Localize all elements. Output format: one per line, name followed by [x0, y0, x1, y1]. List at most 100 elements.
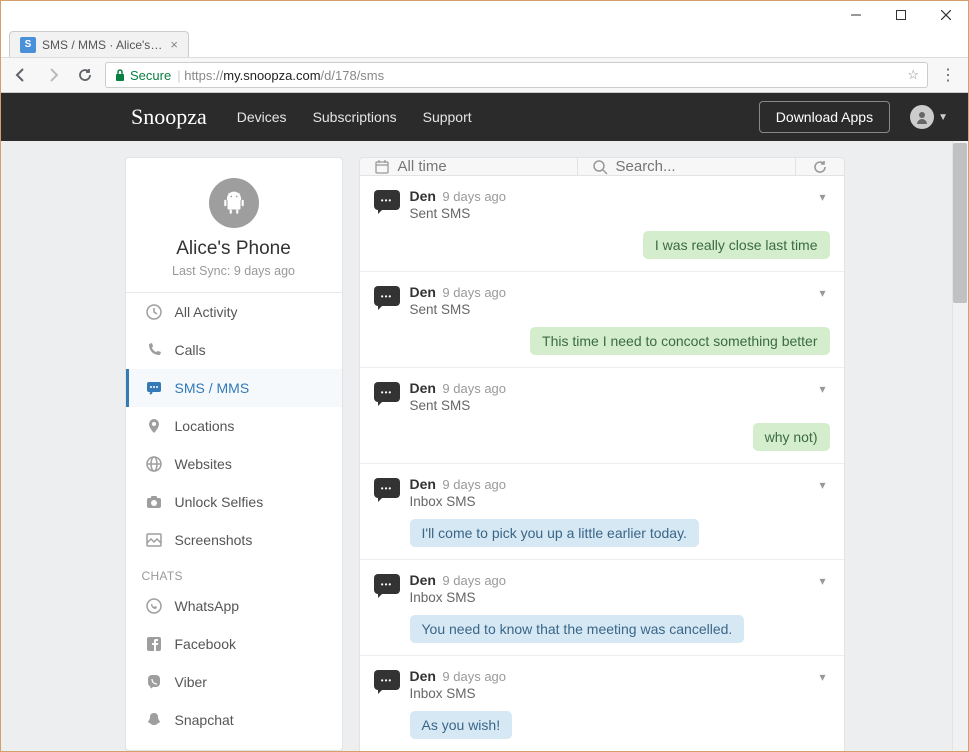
url-path: /d/178/sms: [321, 68, 385, 83]
tab-close-icon[interactable]: ×: [170, 37, 178, 52]
message-bubble-icon: •••: [374, 478, 400, 498]
android-icon: [209, 178, 259, 228]
sidebar-item-locations[interactable]: Locations: [126, 407, 342, 445]
message-bubble-icon: •••: [374, 286, 400, 306]
message-bubble-icon: •••: [374, 190, 400, 210]
address-bar[interactable]: Secure | https://my.snoopza.com/d/178/sm…: [105, 62, 928, 88]
sidebar-item-label: All Activity: [175, 304, 238, 320]
sidebar-item-facebook[interactable]: Facebook: [126, 625, 342, 663]
message-contact: Den: [410, 380, 436, 396]
message-type: Inbox SMS: [410, 494, 806, 509]
message-item: •••Den 9 days agoInbox SMS▾I'll come to …: [360, 463, 844, 559]
browser-tabbar: S SMS / MMS · Alice's Pho ×: [1, 29, 968, 57]
message-menu-caret[interactable]: ▾: [815, 668, 829, 686]
message-bubble-icon: •••: [374, 574, 400, 594]
image-icon: [145, 531, 163, 549]
message-type: Sent SMS: [410, 302, 806, 317]
browser-menu-icon[interactable]: ⋮: [936, 65, 960, 85]
browser-tab[interactable]: S SMS / MMS · Alice's Pho ×: [9, 31, 189, 57]
time-filter-label: All time: [398, 158, 447, 175]
message-item: •••Den 9 days agoInbox SMS▾You need to k…: [360, 559, 844, 655]
user-avatar-icon: [910, 105, 934, 129]
message-menu-caret[interactable]: ▾: [815, 188, 829, 206]
nav-subscriptions[interactable]: Subscriptions: [313, 109, 397, 125]
nav-devices[interactable]: Devices: [237, 109, 287, 125]
message-list: ••• Den 9 days ago Sent SMS ▾ I was really c…: [359, 176, 845, 751]
sidebar: Alice's Phone Last Sync: 9 days ago All …: [125, 157, 343, 751]
sidebar-item-snapchat[interactable]: Snapchat: [126, 701, 342, 739]
message-menu-caret[interactable]: ▾: [815, 476, 829, 494]
sidebar-item-websites[interactable]: Websites: [126, 445, 342, 483]
device-name: Alice's Phone: [136, 238, 332, 260]
window-maximize[interactable]: [878, 1, 923, 29]
message-bubble: As you wish!: [410, 711, 513, 739]
message-type: Inbox SMS: [410, 590, 806, 605]
phone-icon: [145, 341, 163, 359]
message-menu-caret[interactable]: ▾: [815, 284, 829, 302]
sidebar-item-screenshots[interactable]: Screenshots: [126, 521, 342, 559]
message-icon: [145, 379, 163, 397]
sidebar-item-label: Unlock Selfies: [175, 494, 264, 510]
sidebar-item-label: Viber: [175, 674, 207, 690]
message-timestamp: 9 days ago: [442, 381, 506, 396]
user-menu[interactable]: ▼: [910, 105, 948, 129]
scrollbar[interactable]: [952, 141, 968, 751]
facebook-icon: [145, 635, 163, 653]
secure-indicator: Secure: [114, 68, 171, 83]
search-input[interactable]: [616, 158, 781, 175]
sidebar-item-label: Snapchat: [175, 712, 234, 728]
scrollbar-thumb[interactable]: [953, 143, 967, 303]
message-item: •••Den 9 days agoSent SMS▾This time I ne…: [360, 271, 844, 367]
message-bubble-icon: •••: [374, 670, 400, 690]
sidebar-item-whatsapp[interactable]: WhatsApp: [126, 587, 342, 625]
message-item: ••• Den 9 days ago Sent SMS ▾ why not): [360, 367, 844, 463]
back-button[interactable]: [9, 63, 33, 87]
window-close[interactable]: [923, 1, 968, 29]
sidebar-item-label: Screenshots: [175, 532, 253, 548]
refresh-button[interactable]: [796, 158, 844, 175]
chevron-down-icon: ▼: [938, 112, 948, 123]
message-timestamp: 9 days ago: [442, 189, 506, 204]
message-type: Sent SMS: [410, 206, 806, 221]
message-timestamp: 9 days ago: [442, 573, 506, 588]
message-timestamp: 9 days ago: [442, 285, 506, 300]
message-menu-caret[interactable]: ▾: [815, 380, 829, 398]
bookmark-star-icon[interactable]: ☆: [907, 67, 919, 83]
message-bubble: I was really close last time: [643, 231, 830, 259]
window-minimize[interactable]: [833, 1, 878, 29]
logo[interactable]: Snoopza: [131, 104, 207, 130]
message-bubble-icon: •••: [374, 382, 400, 402]
message-bubble: why not): [753, 423, 830, 451]
app-header: Snoopza Devices Subscriptions Support Do…: [1, 93, 968, 141]
snapchat-icon: [145, 711, 163, 729]
message-type: Sent SMS: [410, 398, 806, 413]
message-contact: Den: [410, 668, 436, 684]
sidebar-item-viber[interactable]: Viber: [126, 663, 342, 701]
sidebar-item-sms[interactable]: SMS / MMS: [126, 369, 342, 407]
message-bubble: I'll come to pick you up a little earlie…: [410, 519, 699, 547]
url-scheme: https://: [184, 68, 223, 83]
time-filter[interactable]: All time: [360, 158, 578, 175]
search-box[interactable]: [578, 158, 796, 175]
secure-label: Secure: [130, 68, 171, 83]
sidebar-item-calls[interactable]: Calls: [126, 331, 342, 369]
browser-toolbar: Secure | https://my.snoopza.com/d/178/sm…: [1, 57, 968, 93]
download-apps-button[interactable]: Download Apps: [759, 101, 890, 133]
forward-button[interactable]: [41, 63, 65, 87]
sidebar-item-label: Facebook: [175, 636, 236, 652]
url-domain: my.snoopza.com: [223, 68, 320, 83]
page-body: Alice's Phone Last Sync: 9 days ago All …: [1, 141, 968, 751]
reload-button[interactable]: [73, 63, 97, 87]
tab-title: SMS / MMS · Alice's Pho: [42, 38, 162, 52]
message-contact: Den: [410, 188, 436, 204]
sidebar-item-label: Locations: [175, 418, 235, 434]
sidebar-item-unlock-selfies[interactable]: Unlock Selfies: [126, 483, 342, 521]
nav-support[interactable]: Support: [423, 109, 472, 125]
refresh-icon: [812, 159, 828, 175]
sidebar-item-all-activity[interactable]: All Activity: [126, 293, 342, 331]
main-nav: Devices Subscriptions Support: [237, 109, 472, 125]
calendar-icon: [374, 159, 390, 175]
message-menu-caret[interactable]: ▾: [815, 572, 829, 590]
message-item: ••• Den 9 days ago Sent SMS ▾ I was really c…: [360, 176, 844, 271]
device-header: Alice's Phone Last Sync: 9 days ago: [126, 158, 342, 293]
